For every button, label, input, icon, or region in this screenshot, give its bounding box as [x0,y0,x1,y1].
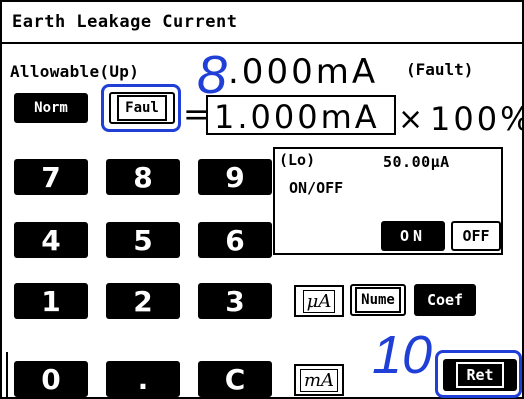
lo-on-button[interactable]: ON [381,221,445,251]
key-6-label: 6 [225,223,245,257]
key-3[interactable]: 3 [198,283,272,319]
nume-button[interactable]: Nume [350,284,406,316]
key-6[interactable]: 6 [198,222,272,258]
lo-value: 50.00μA [383,153,450,171]
milliamp-label: mA [299,368,339,392]
key-decimal-label: . [137,362,149,396]
allowable-value: .000mA [228,52,379,92]
coef-button[interactable]: Coef [414,284,476,316]
norm-button[interactable]: Norm [14,93,88,123]
key-8-label: 8 [133,160,153,194]
key-1[interactable]: 1 [14,283,88,319]
fault-label: (Fault) [406,60,474,79]
formula-value: 1.000mA [214,98,380,136]
lo-label: (Lo) [279,151,316,169]
allowable-label: Allowable(Up) [10,62,140,81]
window-title: Earth Leakage Current [12,12,238,32]
title-bar: Earth Leakage Current [2,2,522,44]
callout-10: 10 [372,325,433,385]
key-0-label: 0 [41,362,61,396]
key-8[interactable]: 8 [106,159,180,195]
leakage-current-screen: Earth Leakage Current Allowable(Up) .000… [0,0,524,399]
key-3-label: 3 [225,284,245,318]
formula-times: × [398,102,424,137]
milliamp-button[interactable]: mA [294,364,344,396]
ret-highlight-box [435,350,522,398]
microamp-button[interactable]: μA [294,285,344,317]
key-1-label: 1 [41,284,61,318]
key-5[interactable]: 5 [106,222,180,258]
key-decimal[interactable]: . [106,361,180,397]
callout-8: 8 [197,45,228,105]
key-4-label: 4 [41,223,61,257]
key-2-label: 2 [133,284,153,318]
key-7[interactable]: 7 [14,159,88,195]
lo-on-label: ON [399,227,427,245]
microamp-label: μA [302,289,336,313]
coef-label: Coef [426,291,464,309]
faul-highlight-box [101,84,181,132]
lo-onoff-label: ON/OFF [289,179,344,197]
key-9[interactable]: 9 [198,159,272,195]
key-4[interactable]: 4 [14,222,88,258]
key-7-label: 7 [41,160,61,194]
lo-off-label: OFF [462,227,490,245]
key-5-label: 5 [133,223,153,257]
key-2[interactable]: 2 [106,283,180,319]
formula-percent: 100% [430,100,524,138]
key-0[interactable]: 0 [14,361,88,397]
left-edge-divider [2,352,8,399]
nume-label: Nume [355,287,401,313]
key-9-label: 9 [225,160,245,194]
lo-limit-panel: (Lo) 50.00μA ON/OFF ON OFF [273,147,503,255]
key-clear[interactable]: C [198,361,272,397]
lo-off-button[interactable]: OFF [451,221,501,251]
key-clear-label: C [224,362,246,396]
norm-button-label: Norm [34,100,68,116]
